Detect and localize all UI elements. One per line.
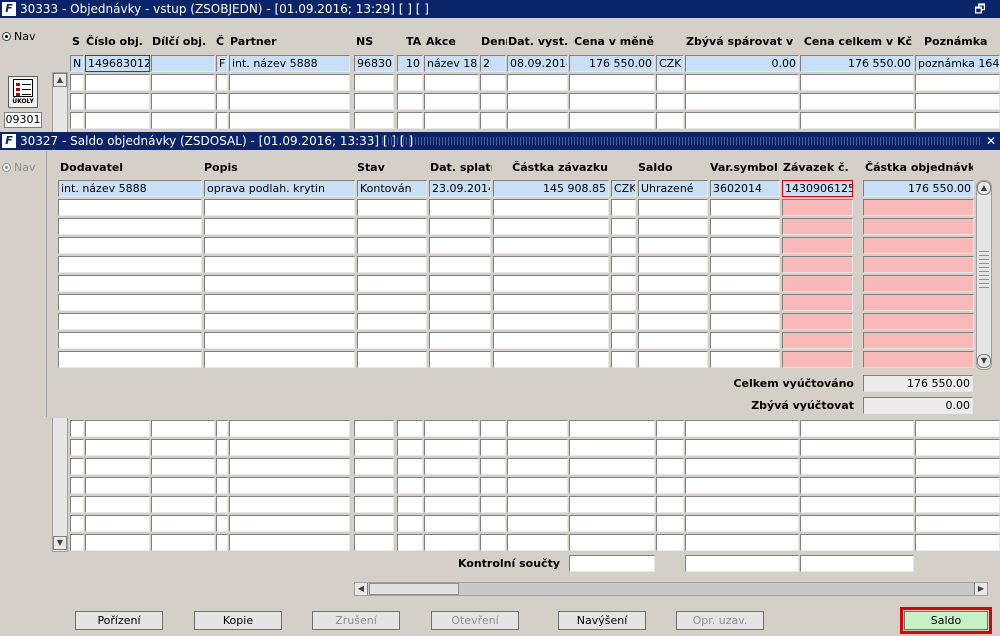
cell-ta[interactable]: 10 (397, 55, 423, 72)
nav-label: Nav (14, 30, 36, 43)
saldo-window-titlebar[interactable]: F 30327 - Saldo objednávky (ZSDOSAL) - [0… (0, 132, 1000, 150)
cell-castka-objednavky[interactable]: 176 550.00 (863, 180, 974, 197)
celkem-vyuctovano-label: Celkem vyúčtováno (733, 377, 854, 390)
main-window-title: 30333 - Objednávky - vstup (ZSOBJEDN) - … (20, 2, 429, 16)
nav-radio-saldo[interactable]: Nav (2, 161, 42, 175)
scroll-down-arrow-icon[interactable]: ▼ (977, 354, 991, 368)
table-row[interactable]: int. název 5888 oprava podlah. krytin Ko… (58, 180, 974, 197)
nav-radio-main[interactable]: Nav (2, 30, 42, 44)
otevreni-button[interactable]: Otevření (431, 611, 519, 630)
ukoly-button[interactable]: ÚKOLY (8, 76, 38, 108)
scroll-right-arrow-icon[interactable]: ▶ (974, 583, 987, 595)
cell-var-symbol[interactable]: 3602014 (710, 180, 780, 197)
scroll-left-arrow-icon[interactable]: ◀ (355, 583, 368, 595)
kontrolni-soucty-label: Kontrolní součty (457, 557, 560, 570)
main-table-lower-rows[interactable] (70, 420, 1000, 552)
kontrolni-soucet-cena-v-mene (569, 555, 655, 572)
restore-window-icon[interactable]: 🗗 (970, 0, 990, 18)
porizeni-button[interactable]: Pořízení (75, 611, 163, 630)
cell-cena-v-mene[interactable]: 176 550.00 (569, 55, 655, 72)
saldo-col-header-castka-objednavky: Částka objednávky (865, 161, 973, 174)
saldo-col-header-stav: Stav (357, 161, 385, 174)
scroll-down-arrow-icon[interactable]: ▼ (53, 536, 67, 550)
cell-akce[interactable]: název 183 (424, 55, 479, 72)
navyseni-button[interactable]: Navýšení (558, 611, 646, 630)
kontrolni-soucet-cena-celkem (800, 555, 914, 572)
cell-castka-zavazku[interactable]: 145 908.85 (493, 180, 609, 197)
col-header-cena-v-mene: Cena v měně (574, 35, 654, 48)
saldo-col-header-zavazek-c: Závazek č. (783, 161, 849, 174)
saldo-col-header-dat-splatn: Dat. splatn. (430, 161, 492, 174)
cell-poznamka[interactable]: poznámka 164 (915, 55, 1000, 72)
table-row[interactable] (70, 112, 1000, 129)
cell-saldo[interactable]: Uhrazené (638, 180, 708, 197)
titlebar-texture (382, 137, 982, 145)
col-header-dilci-obj: Dílčí obj. (152, 35, 207, 48)
col-header-dat-vyst: Dat. vyst. (508, 35, 568, 48)
app-logo-icon: F (2, 2, 16, 16)
cell-dat-splatn[interactable]: 23.09.2014 (429, 180, 491, 197)
cell-zavazek-c[interactable]: 1430906125 (782, 180, 853, 197)
scroll-grip-icon[interactable] (979, 248, 989, 288)
saldo-window-title: 30327 - Saldo objednávky (ZSDOSAL) - [01… (20, 134, 414, 148)
saldo-col-header-var-symbol: Var.symbol (710, 161, 778, 174)
cell-stav[interactable]: Kontován (357, 180, 427, 197)
radio-selected-icon (2, 163, 11, 172)
saldo-col-header-dodavatel: Dodavatel (60, 161, 124, 174)
celkem-vyuctovano-value: 176 550.00 (863, 375, 973, 392)
col-header-cena-celkem: Cena celkem v Kč (803, 35, 912, 48)
saldo-button[interactable]: Saldo (904, 611, 988, 630)
saldo-table-empty-rows[interactable] (58, 199, 974, 371)
col-header-zbyva-sparovat: Zbývá spárovat v Kč (686, 35, 798, 48)
cell-popis[interactable]: oprava podlah. krytin (204, 180, 355, 197)
cell-dilci-obj[interactable] (151, 55, 215, 72)
saldo-left-panel-divider (46, 151, 47, 417)
opr-uzav-button[interactable]: Opr. uzav. (676, 611, 764, 630)
kontrolni-soucet-zbyva (685, 555, 799, 572)
zbyva-vyuctovat-label: Zbývá vyúčtovat (751, 399, 854, 412)
cell-zbyva-sparovat[interactable]: 0.00 (685, 55, 799, 72)
cell-cena-celkem[interactable]: 176 550.00 (800, 55, 914, 72)
zruseni-button[interactable]: Zrušení (312, 611, 400, 630)
col-header-partner: Partner (230, 35, 277, 48)
nav-label: Nav (14, 161, 36, 174)
col-header-poznamka: Poznámka (924, 35, 988, 48)
col-header-s: S (72, 35, 80, 48)
col-header-ta: TA (406, 35, 422, 48)
col-header-cislo-obj: Číslo obj. (86, 35, 143, 48)
app-logo-icon: F (2, 134, 16, 148)
cell-c[interactable]: F (216, 55, 228, 72)
cell-ns[interactable]: 96830 (354, 55, 394, 72)
table-row[interactable] (70, 74, 1000, 91)
cell-mena[interactable]: CZK (611, 180, 636, 197)
ukoly-label: ÚKOLY (12, 98, 34, 105)
saldo-col-header-castka-zavazku: Částka závazku (512, 161, 608, 174)
cell-partner[interactable]: int. název 5888 (229, 55, 350, 72)
badge-number: 09301 (4, 112, 42, 128)
table-row[interactable]: N 1496830124 F int. název 5888 96830 10 … (70, 55, 1000, 72)
main-window-titlebar[interactable]: F 30333 - Objednávky - vstup (ZSOBJEDN) -… (0, 0, 1000, 18)
col-header-ns: NS (356, 35, 374, 48)
col-header-deni: Dení (481, 35, 507, 48)
saldo-col-header-saldo: Saldo (638, 161, 673, 174)
cell-s[interactable]: N (70, 55, 84, 72)
kopie-button[interactable]: Kopie (194, 611, 282, 630)
col-header-c: Č (216, 35, 225, 48)
cell-cislo-obj[interactable]: 1496830124 (85, 55, 150, 72)
table-row[interactable] (70, 93, 1000, 110)
scroll-thumb[interactable] (369, 583, 459, 595)
cell-dodavatel[interactable]: int. název 5888 (58, 180, 202, 197)
col-header-akce: Akce (426, 35, 456, 48)
cell-dat-vyst[interactable]: 08.09.2014 (507, 55, 568, 72)
cell-deni[interactable]: 2 (480, 55, 506, 72)
scroll-up-arrow-icon[interactable]: ▲ (977, 181, 991, 195)
close-window-icon[interactable]: ✕ (982, 132, 1000, 150)
zbyva-vyuctovat-value: 0.00 (863, 397, 973, 414)
saldo-col-header-popis: Popis (204, 161, 238, 174)
main-horizontal-scrollbar[interactable]: ◀ ▶ (354, 582, 988, 596)
radio-selected-icon (2, 32, 11, 41)
scroll-up-arrow-icon[interactable]: ▲ (53, 73, 67, 87)
cell-mena[interactable]: CZK (656, 55, 684, 72)
task-list-icon (13, 79, 33, 97)
